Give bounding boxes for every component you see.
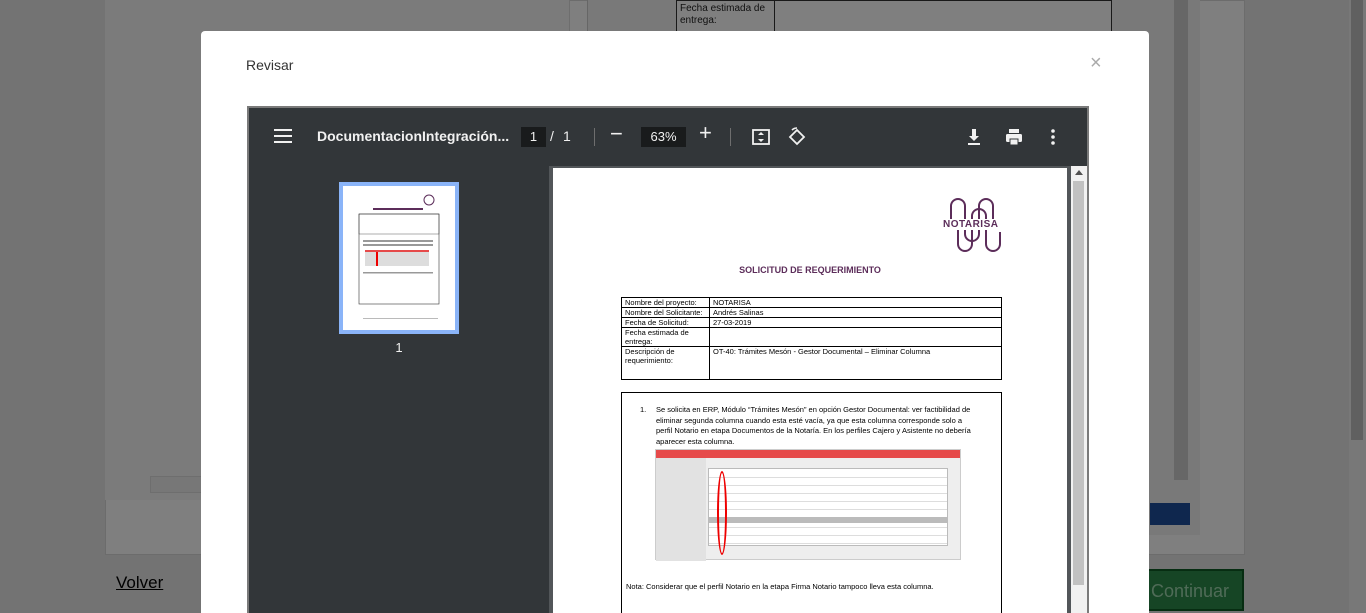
fit-page-icon[interactable] [751, 127, 771, 147]
table-row: Nombre del Solicitante: Andrés Salinas [621, 307, 1002, 318]
table-row: Descripción de requerimiento: OT-40: Trá… [621, 346, 1002, 380]
pdf-viewer: DocumentacionIntegración... 1 / 1 − 63% … [247, 106, 1089, 613]
table-row: Fecha de Solicitud: 27-03-2019 [621, 317, 1002, 328]
table-row: Fecha estimada de entrega: [621, 327, 1002, 347]
close-icon[interactable]: × [1090, 53, 1102, 73]
page-thumbnail-preview [358, 194, 440, 319]
item-number: 1. [640, 405, 647, 414]
table-key: Nombre del proyecto: [621, 297, 710, 308]
zoom-out-button[interactable]: − [610, 121, 623, 147]
logo-text: NOTARISA [942, 219, 1000, 230]
table-key: Nombre del Solicitante: [621, 307, 710, 318]
zoom-level-input[interactable]: 63% [641, 127, 686, 147]
page-number-input[interactable]: 1 [521, 127, 546, 147]
table-value: 27-03-2019 [709, 317, 1002, 328]
item-text: Se solicita en ERP, Módulo “Trámites Mes… [656, 405, 971, 446]
table-row: Nombre del proyecto: NOTARISA [621, 297, 1002, 308]
highlight-oval [717, 471, 727, 555]
toolbar-divider [730, 128, 731, 146]
document-note: Nota: Considerar que el perfil Notario e… [626, 582, 934, 591]
zoom-in-button[interactable]: + [699, 120, 712, 146]
requirement-body: 1. Se solicita en ERP, Módulo “Trámites … [621, 392, 1002, 613]
pdf-scrollbar[interactable] [1071, 166, 1087, 613]
print-icon[interactable] [1004, 127, 1024, 147]
embedded-screenshot [655, 449, 961, 561]
table-value: NOTARISA [709, 297, 1002, 308]
pdf-scrollbar-thumb[interactable] [1073, 181, 1084, 585]
scroll-up-icon[interactable] [1075, 170, 1083, 175]
more-vert-icon[interactable] [1043, 127, 1063, 147]
table-key: Fecha estimada de entrega: [621, 327, 710, 347]
table-value [709, 327, 1002, 347]
download-icon[interactable] [964, 127, 984, 147]
pdf-thumbnail-sidebar: 1 [249, 166, 549, 613]
page-thumbnail[interactable] [339, 182, 459, 334]
document-title: SOLICITUD DE REQUERIMIENTO [739, 265, 881, 275]
table-key: Descripción de requerimiento: [621, 346, 710, 380]
thumbnail-page-number: 1 [395, 340, 403, 355]
pdf-toolbar: DocumentacionIntegración... 1 / 1 − 63% … [249, 108, 1087, 166]
pdf-page: NOTARISA SOLICITUD DE REQUERIMIENTO Nomb… [553, 168, 1067, 613]
review-modal: Revisar × DocumentacionIntegración... 1 … [201, 31, 1149, 613]
table-value: OT-40: Trámites Mesón - Gestor Documenta… [709, 346, 1002, 380]
page-separator: / [550, 128, 554, 144]
table-key: Fecha de Solicitud: [621, 317, 710, 328]
screenshot-sidebar [656, 458, 706, 561]
table-value: Andrés Salinas [709, 307, 1002, 318]
rotate-icon[interactable] [787, 127, 807, 147]
toolbar-divider [594, 128, 595, 146]
menu-icon[interactable] [274, 129, 292, 143]
modal-title: Revisar [246, 57, 294, 73]
screenshot-header [656, 450, 960, 458]
pdf-page-area: NOTARISA SOLICITUD DE REQUERIMIENTO Nomb… [549, 166, 1087, 613]
pdf-filename: DocumentacionIntegración... [317, 128, 510, 144]
total-pages: 1 [563, 128, 571, 144]
screenshot-grid [708, 468, 948, 546]
request-info-table: Nombre del proyecto: NOTARISA Nombre del… [621, 297, 1002, 380]
